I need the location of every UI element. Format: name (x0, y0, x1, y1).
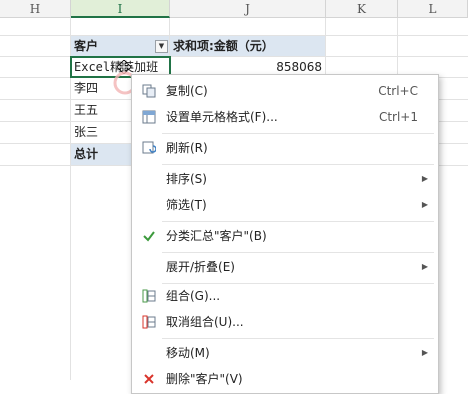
delete-icon (144, 374, 154, 384)
column-header-l[interactable]: L (398, 0, 468, 18)
menu-item-sort[interactable]: 排序(S) ▶ (132, 166, 438, 192)
refresh-icon (142, 141, 156, 154)
copy-icon (142, 84, 156, 98)
filter-dropdown-button[interactable]: ▼ (155, 40, 168, 53)
menu-item-ungroup[interactable]: 取消组合(U)... (132, 309, 438, 335)
format-cells-icon (142, 110, 156, 124)
submenu-arrow-icon: ▶ (421, 174, 428, 183)
menu-separator (162, 164, 434, 165)
menu-item-label: 排序(S) (166, 172, 207, 186)
checkmark-icon (143, 231, 155, 242)
menu-item-label: 组合(G)... (166, 289, 221, 303)
menu-separator (162, 221, 434, 222)
menu-separator (162, 133, 434, 134)
menu-item-expand-collapse[interactable]: 展开/折叠(E) ▶ (132, 254, 438, 280)
menu-item-label: 取消组合(U)... (166, 315, 244, 329)
menu-item-label: 复制(C) (166, 84, 208, 98)
menu-item-subtotal[interactable]: 分类汇总"客户"(B) (132, 223, 438, 249)
menu-item-label: 展开/折叠(E) (166, 260, 235, 274)
menu-item-label: 筛选(T) (166, 198, 207, 212)
column-header-k[interactable]: K (326, 0, 398, 18)
menu-item-refresh[interactable]: 刷新(R) (132, 135, 438, 161)
menu-item-move[interactable]: 移动(M) ▶ (132, 340, 438, 366)
menu-item-label: 删除"客户"(V) (166, 372, 243, 386)
menu-item-label: 分类汇总"客户"(B) (166, 229, 267, 243)
context-menu: 复制(C) Ctrl+C 设置单元格格式(F)... Ctrl+1 刷新(R) … (131, 74, 439, 394)
column-header-i[interactable]: I (71, 0, 170, 18)
menu-item-copy[interactable]: 复制(C) Ctrl+C (132, 78, 438, 104)
submenu-arrow-icon: ▶ (421, 200, 428, 209)
column-header-j[interactable]: J (170, 0, 326, 18)
menu-item-delete[interactable]: 删除"客户"(V) (132, 366, 438, 392)
menu-item-shortcut: Ctrl+C (378, 84, 418, 98)
menu-item-filter[interactable]: 筛选(T) ▶ (132, 192, 438, 218)
column-header-h[interactable]: H (0, 0, 71, 18)
pivot-value-field-header[interactable]: 求和项:金额（元） (170, 36, 325, 56)
menu-item-label: 刷新(R) (166, 141, 208, 155)
menu-item-group[interactable]: 组合(G)... (132, 283, 438, 309)
menu-separator (162, 338, 434, 339)
submenu-arrow-icon: ▶ (421, 348, 428, 357)
ungroup-icon (142, 315, 156, 329)
menu-item-label: 设置单元格格式(F)... (166, 110, 278, 124)
menu-separator (162, 252, 434, 253)
menu-item-label: 移动(M) (166, 346, 210, 360)
group-icon (142, 289, 156, 303)
menu-item-format-cells[interactable]: 设置单元格格式(F)... Ctrl+1 (132, 104, 438, 130)
submenu-arrow-icon: ▶ (421, 262, 428, 271)
menu-item-shortcut: Ctrl+1 (378, 110, 418, 124)
